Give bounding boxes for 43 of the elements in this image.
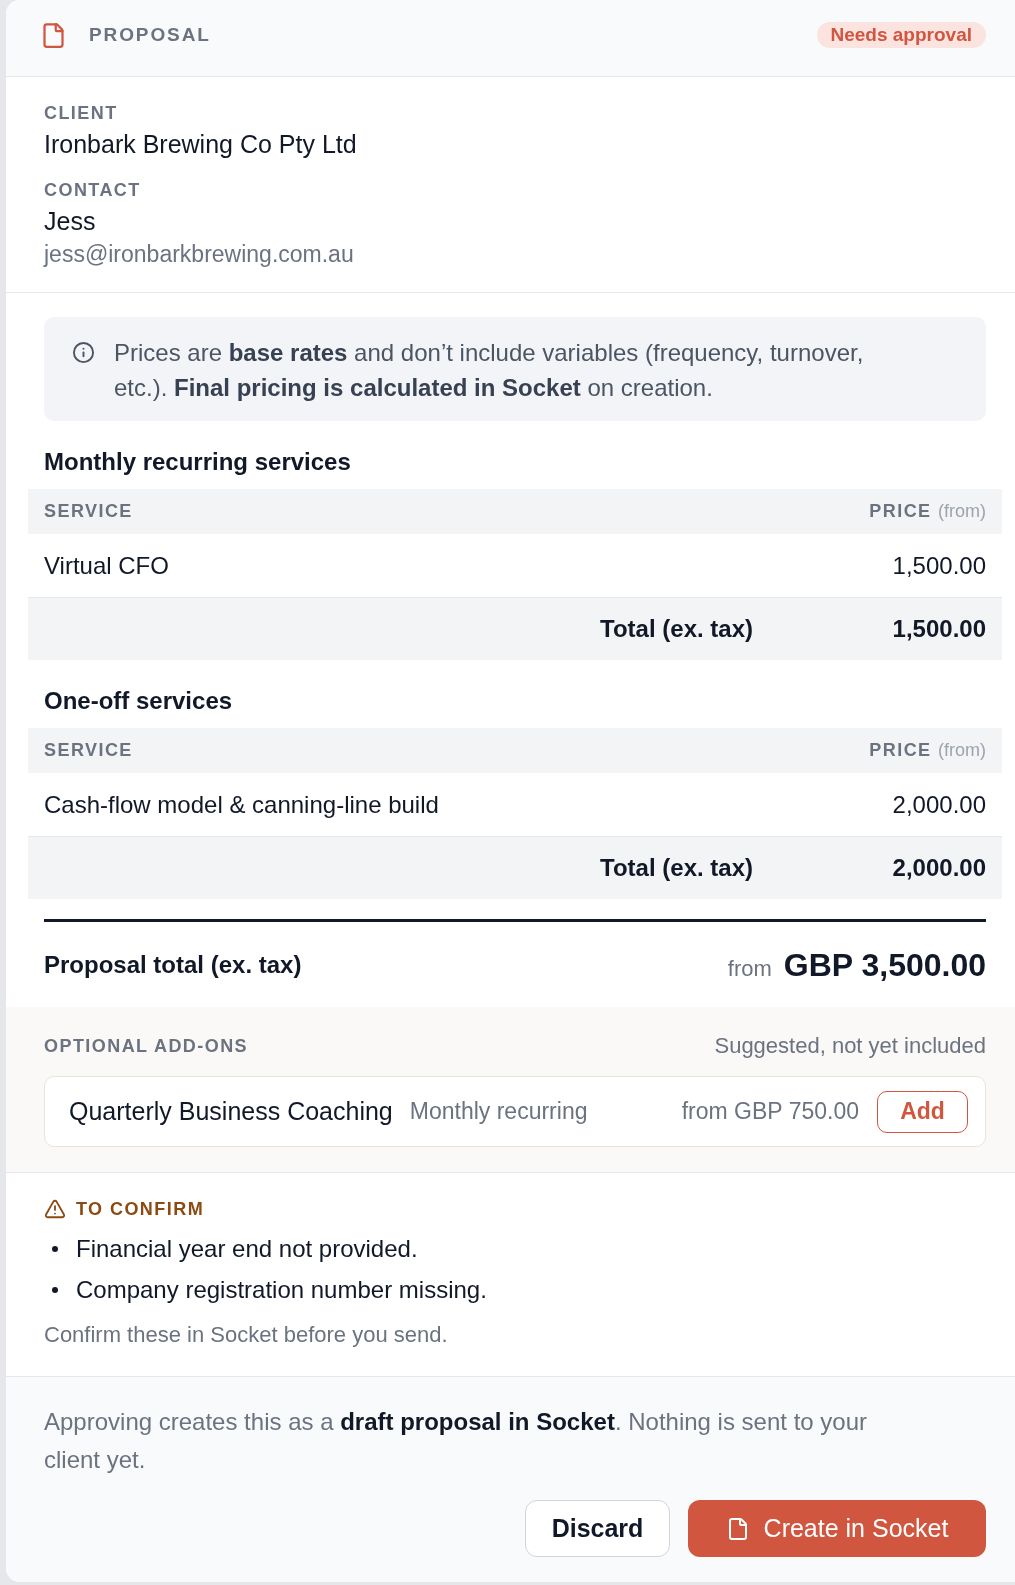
- bullet-icon: [52, 1246, 58, 1252]
- table-cell-text: 1,500.00: [892, 550, 986, 581]
- confirm-item: Financial year end not provided.: [76, 1234, 418, 1264]
- confirm-note: Confirm these in Socket before you send.: [44, 1321, 449, 1349]
- footer-message: Approving creates this as a draft proposal in Socket. Nothing is sent to your client yet.: [44, 1407, 868, 1475]
- total-label: Total (ex. tax): [600, 853, 753, 883]
- table-cell-text: Cash-flow model & canning-line build: [44, 789, 439, 820]
- table-header-cell-text: PRICE (from): [869, 500, 986, 523]
- discard-button[interactable]: Discard: [525, 1500, 670, 1557]
- table-cell-text: Virtual CFO: [44, 550, 169, 581]
- total-label: Total (ex. tax): [600, 614, 753, 644]
- info-icon: [72, 341, 95, 364]
- card-title: PROPOSAL: [89, 22, 211, 47]
- addons-note: Suggested, not yet included: [714, 1034, 986, 1058]
- create-button[interactable]: Create in Socket: [688, 1500, 986, 1557]
- add-button[interactable]: Add: [877, 1090, 968, 1133]
- warning-icon: [44, 1198, 66, 1220]
- confirm-item: Company registration number missing.: [76, 1275, 487, 1305]
- file-icon: [40, 21, 67, 49]
- bullet-icon: [52, 1287, 58, 1293]
- status-badge: Needs approval: [816, 22, 986, 48]
- contact-name: Jess: [44, 206, 97, 237]
- total-value: 1,500.00: [891, 614, 986, 644]
- addon-name: Quarterly Business Coaching: [69, 1095, 393, 1127]
- client-name: Ironbark Brewing Co Pty Ltd: [44, 129, 358, 160]
- confirm-title: TO CONFIRM: [76, 1198, 205, 1221]
- addon-price: from GBP 750.00: [681, 1097, 859, 1127]
- table-header-cell-text: SERVICE: [44, 739, 133, 762]
- addon-frequency: Monthly recurring: [409, 1097, 588, 1127]
- info-text: Prices are base rates and don’t include variables (frequency, turnover, etc.). Final pricing is calculated in Socket on creation.: [114, 338, 865, 403]
- proposal-total-label: Proposal total (ex. tax): [44, 949, 302, 980]
- field-label: CLIENT: [44, 102, 119, 124]
- section-title: One-off services: [44, 686, 234, 716]
- contact-email: jess@ironbarkbrewing.com.au: [44, 240, 355, 269]
- field-label: CONTACT: [44, 179, 142, 201]
- addons-title: OPTIONAL ADD-ONS: [44, 1035, 249, 1058]
- table-header-cell-text: PRICE (from): [869, 739, 986, 762]
- total-value: 2,000.00: [891, 853, 986, 883]
- price-prefix: from: [727, 954, 772, 983]
- table-cell-text: 2,000.00: [892, 789, 986, 820]
- table-header-cell-text: SERVICE: [44, 500, 133, 523]
- proposal-total-value: GBP 3,500.00: [783, 945, 986, 985]
- section-title: Monthly recurring services: [44, 447, 352, 477]
